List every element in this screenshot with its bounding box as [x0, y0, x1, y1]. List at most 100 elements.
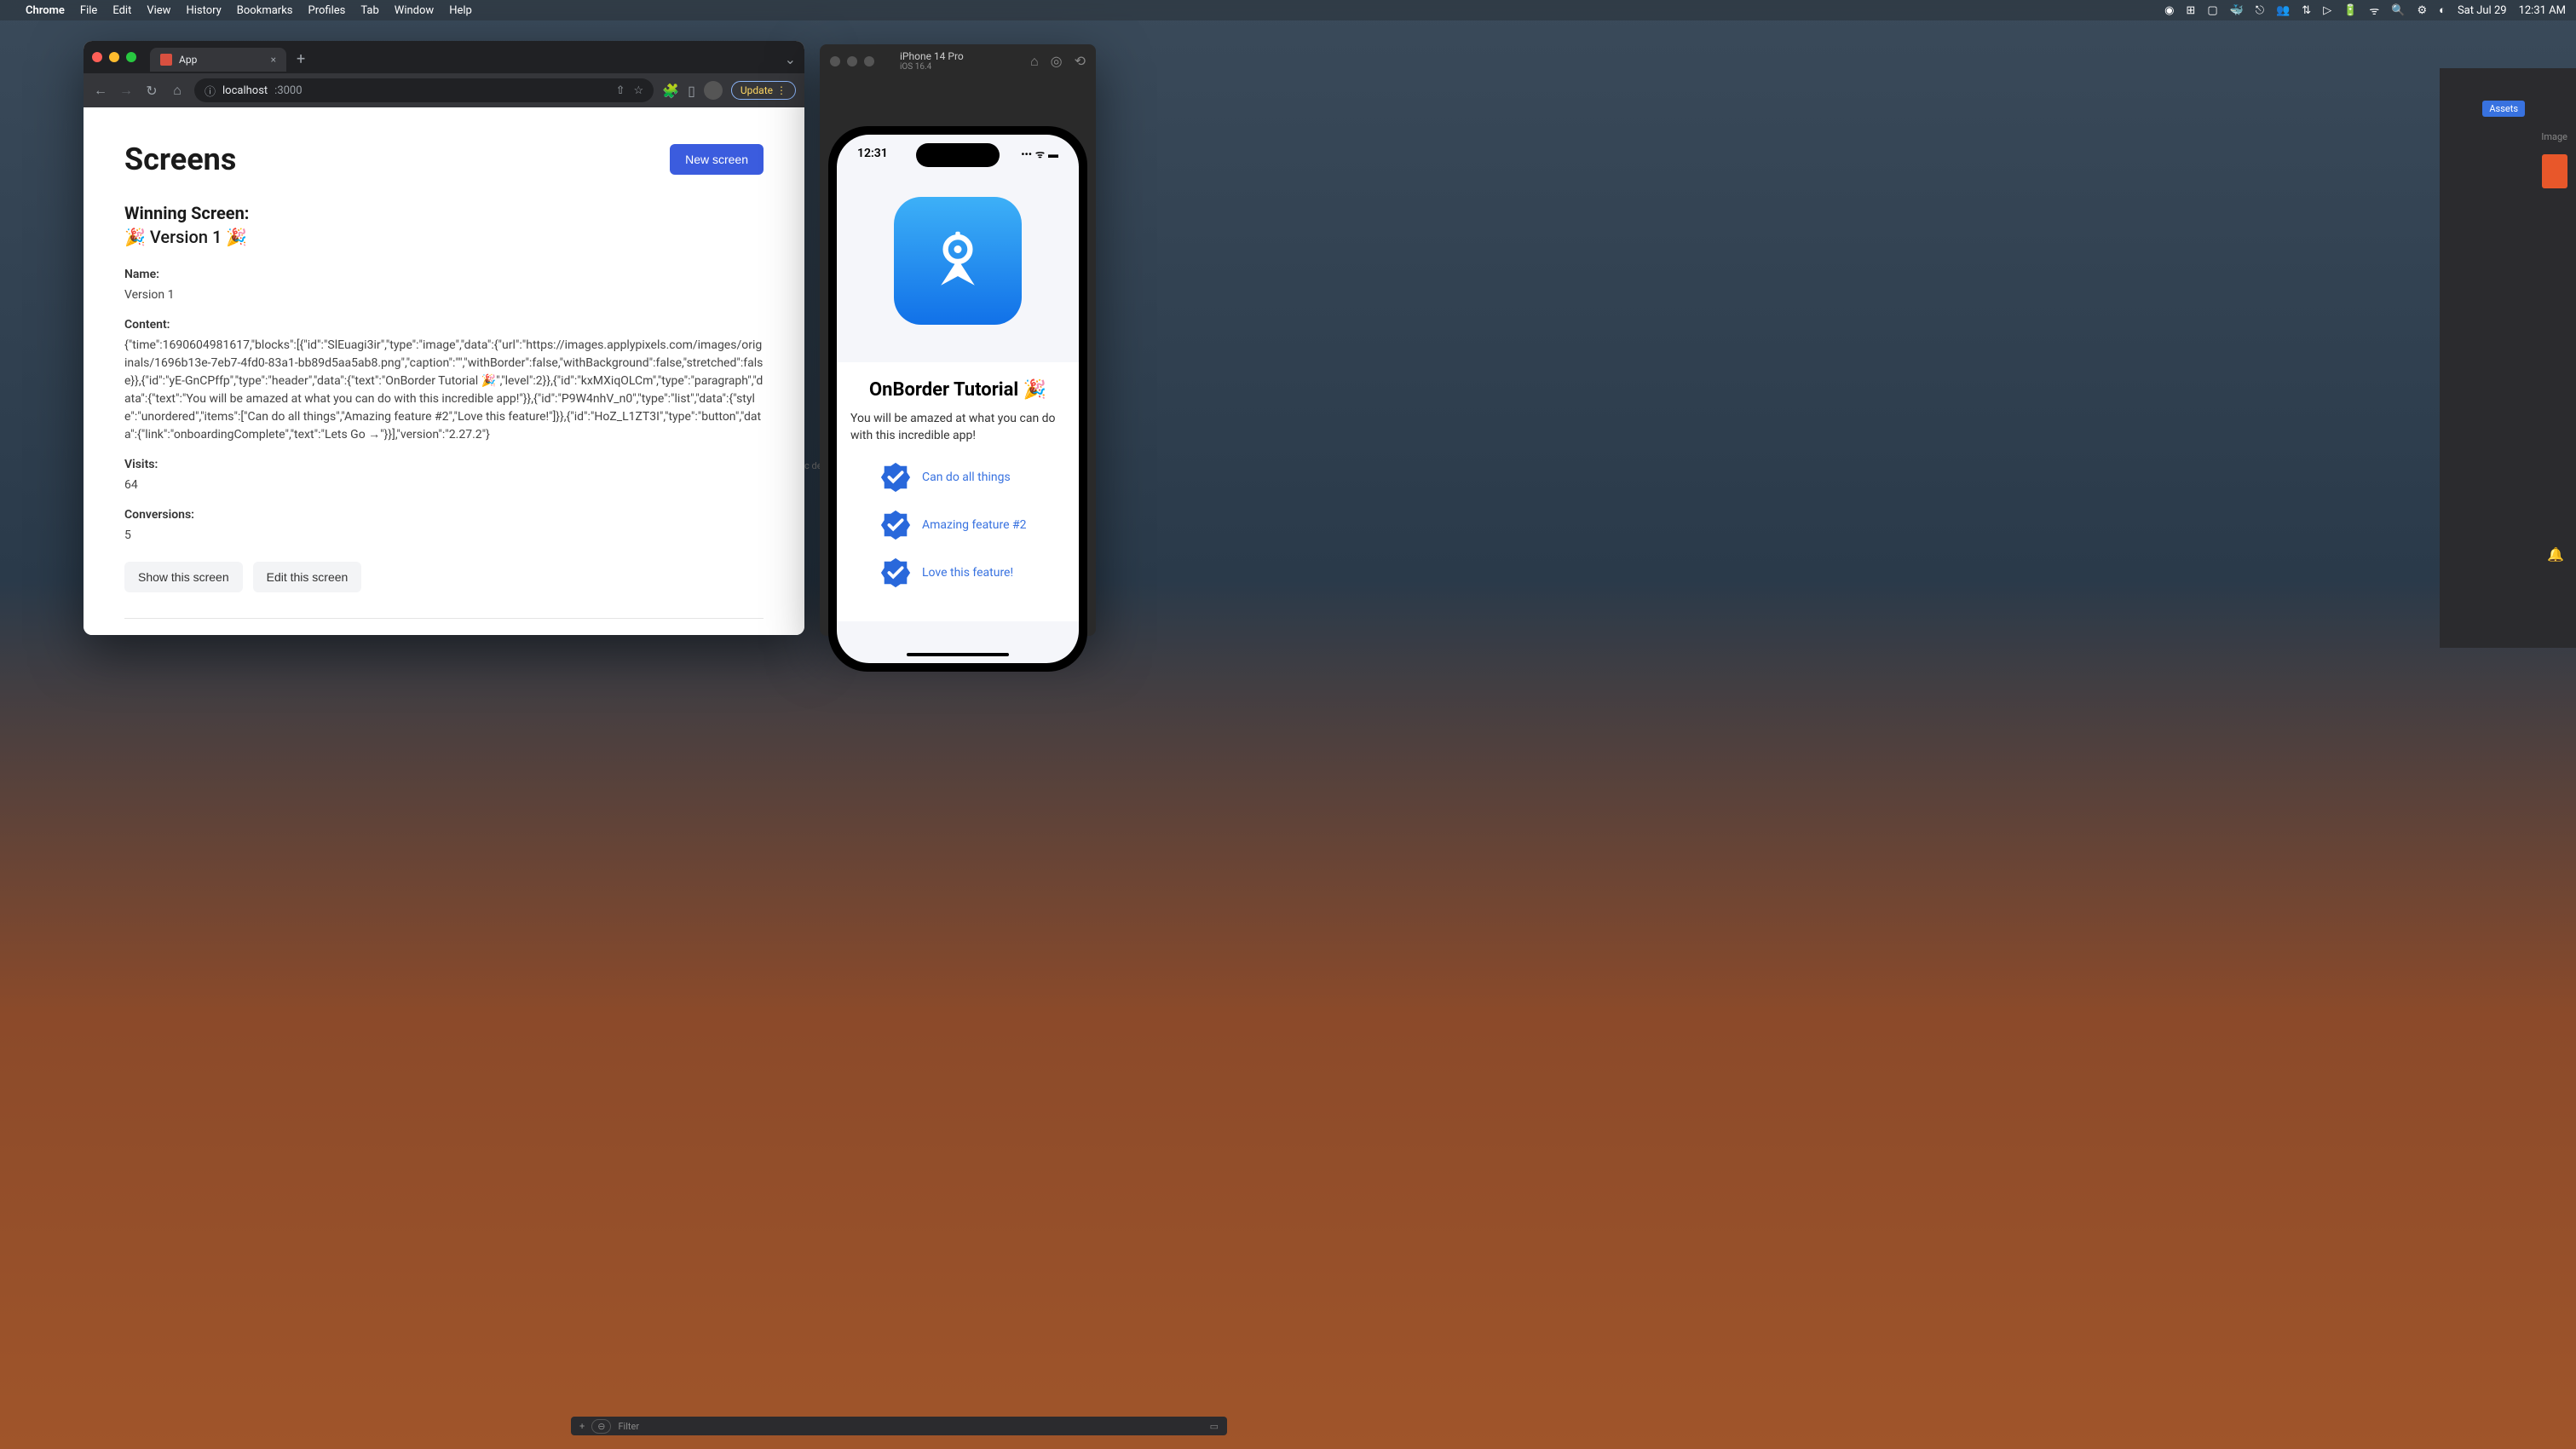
forward-button[interactable]: → [118, 82, 135, 99]
close-tab-icon[interactable]: × [271, 54, 276, 66]
battery-icon[interactable]: 🔋 [2343, 4, 2357, 17]
new-screen-button[interactable]: New screen [670, 144, 764, 175]
sim-maximize-button[interactable] [864, 56, 874, 66]
maximize-window-button[interactable] [126, 52, 136, 62]
menu-profiles[interactable]: Profiles [308, 4, 346, 17]
share-icon[interactable]: ⇧ [616, 84, 625, 97]
tutorial-description: You will be amazed at what you can do wi… [850, 411, 1065, 444]
window-controls [92, 52, 136, 62]
bell-icon[interactable]: 🔔 [2547, 546, 2564, 563]
menu-history[interactable]: History [186, 4, 221, 17]
tutorial-content: OnBorder Tutorial 🎉 You will be amazed a… [837, 362, 1079, 621]
profile-avatar[interactable] [704, 81, 723, 100]
xcode-window-background: Assets Image 🔔 [2440, 68, 2576, 648]
compass-icon [919, 222, 996, 299]
minimize-window-button[interactable] [109, 52, 119, 62]
sim-home-icon[interactable]: ⌂ [1030, 53, 1039, 70]
side-panel-icon[interactable]: ▯ [688, 83, 695, 99]
feature-text: Amazing feature #2 [922, 518, 1026, 532]
status-time: 12:31 [857, 147, 888, 161]
home-button[interactable]: ⌂ [169, 82, 186, 99]
chrome-browser-window: App × + ⌄ ← → ↻ ⌂ ⓘ localhost :3000 ⇧ ☆ 🧩… [84, 41, 804, 635]
sim-close-button[interactable] [830, 56, 840, 66]
menu-view[interactable]: View [147, 4, 170, 17]
content-value: {"time":1690604981617,"blocks":[{"id":"S… [124, 337, 764, 444]
ios-simulator-window: iPhone 14 Pro iOS 16.4 ⌂ ◎ ⟲ 12:31 ••• ᯤ… [820, 44, 1096, 636]
tab-favicon [160, 54, 172, 66]
iphone-screen: 12:31 ••• ᯤ ▬ [837, 135, 1079, 663]
filter-placeholder[interactable]: Filter [618, 1421, 639, 1432]
sim-minimize-button[interactable] [847, 56, 857, 66]
menu-tab[interactable]: Tab [360, 4, 378, 17]
app-icon-section [837, 166, 1079, 362]
new-tab-button[interactable]: + [297, 50, 305, 68]
winning-version: 🎉 Version 1 🎉 [124, 227, 764, 247]
section-divider [124, 618, 764, 619]
docker-icon[interactable]: 🐳 [2230, 4, 2244, 17]
airdrop-icon[interactable]: ⇅ [2302, 4, 2311, 17]
extensions-icon[interactable]: 🧩 [662, 83, 679, 99]
users-icon[interactable]: 👥 [2276, 4, 2290, 17]
menubar-app-icon-1[interactable]: ⊞ [2186, 4, 2195, 17]
macos-menubar: Chrome File Edit View History Bookmarks … [0, 0, 2576, 20]
xcode-image-label: Image [2440, 128, 2576, 146]
content-label: Content: [124, 318, 764, 332]
tutorial-heading: OnBorder Tutorial 🎉 [850, 379, 1065, 401]
tab-search-icon[interactable]: ⌄ [785, 51, 796, 67]
url-path: :3000 [274, 84, 302, 97]
close-window-button[interactable] [92, 52, 102, 62]
show-screen-button[interactable]: Show this screen [124, 562, 243, 592]
list-item: Amazing feature #2 [850, 509, 1065, 541]
site-info-icon[interactable]: ⓘ [205, 83, 216, 99]
xcode-assets-tab[interactable]: Assets [2482, 101, 2525, 117]
menubar-app-icon-2[interactable]: ▢ [2207, 4, 2217, 17]
feature-text: Love this feature! [922, 566, 1013, 580]
sim-screenshot-icon[interactable]: ◎ [1051, 53, 1063, 70]
check-badge-icon [879, 509, 912, 541]
siri-icon[interactable]: ◐ [2439, 3, 2446, 17]
name-label: Name: [124, 268, 764, 281]
iphone-frame: 12:31 ••• ᯤ ▬ [828, 126, 1087, 672]
menu-bookmarks[interactable]: Bookmarks [237, 4, 293, 17]
update-button[interactable]: Update ⋮ [731, 81, 796, 100]
conversions-label: Conversions: [124, 508, 764, 522]
check-badge-icon [879, 461, 912, 494]
back-button[interactable]: ← [92, 82, 109, 99]
filter-toggle[interactable]: ⊖ [591, 1419, 611, 1434]
list-item: Love this feature! [850, 557, 1065, 589]
wifi-icon[interactable]: ᯤ [2369, 3, 2379, 18]
now-playing-icon[interactable]: ▷ [2323, 4, 2331, 17]
winning-screen-label: Winning Screen: [124, 203, 764, 223]
control-center-icon[interactable]: ⚙ [2417, 4, 2427, 17]
menu-edit[interactable]: Edit [112, 4, 131, 17]
name-value: Version 1 [124, 286, 764, 304]
address-bar[interactable]: ⓘ localhost :3000 ⇧ ☆ [194, 78, 654, 102]
plus-icon[interactable]: + [579, 1421, 585, 1432]
menubar-date[interactable]: Sat Jul 29 [2458, 4, 2507, 17]
menubar-time[interactable]: 12:31 AM [2519, 4, 2566, 17]
menubar-app-name[interactable]: Chrome [26, 4, 65, 17]
menu-file[interactable]: File [80, 4, 97, 17]
menu-window[interactable]: Window [395, 4, 434, 17]
menu-help[interactable]: Help [449, 4, 472, 17]
home-indicator[interactable] [907, 653, 1009, 656]
check-badge-icon [879, 557, 912, 589]
spotlight-icon[interactable]: 🔍 [2391, 4, 2405, 17]
visits-value: 64 [124, 476, 764, 494]
url-host: localhost [222, 84, 268, 97]
list-item: Can do all things [850, 461, 1065, 494]
xcode-asset-thumbnail[interactable] [2542, 154, 2567, 188]
reload-button[interactable]: ↻ [143, 83, 160, 99]
bluetooth-icon[interactable]: ⎋ [2256, 4, 2264, 17]
xcode-list-icon[interactable]: ▭ [1210, 1421, 1219, 1432]
chrome-toolbar: ← → ↻ ⌂ ⓘ localhost :3000 ⇧ ☆ 🧩 ▯ Update … [84, 73, 804, 107]
bookmark-icon[interactable]: ☆ [634, 84, 644, 97]
sim-rotate-icon[interactable]: ⟲ [1075, 53, 1086, 70]
edit-screen-button[interactable]: Edit this screen [253, 562, 362, 592]
battery-status-icon: ▬ [1048, 148, 1058, 160]
chrome-tabbar: App × + ⌄ [84, 41, 804, 73]
wifi-status-icon: ᯤ [1035, 147, 1045, 161]
tab-title: App [179, 54, 197, 66]
browser-tab[interactable]: App × [150, 48, 286, 72]
record-icon[interactable]: ◉ [2164, 4, 2174, 17]
